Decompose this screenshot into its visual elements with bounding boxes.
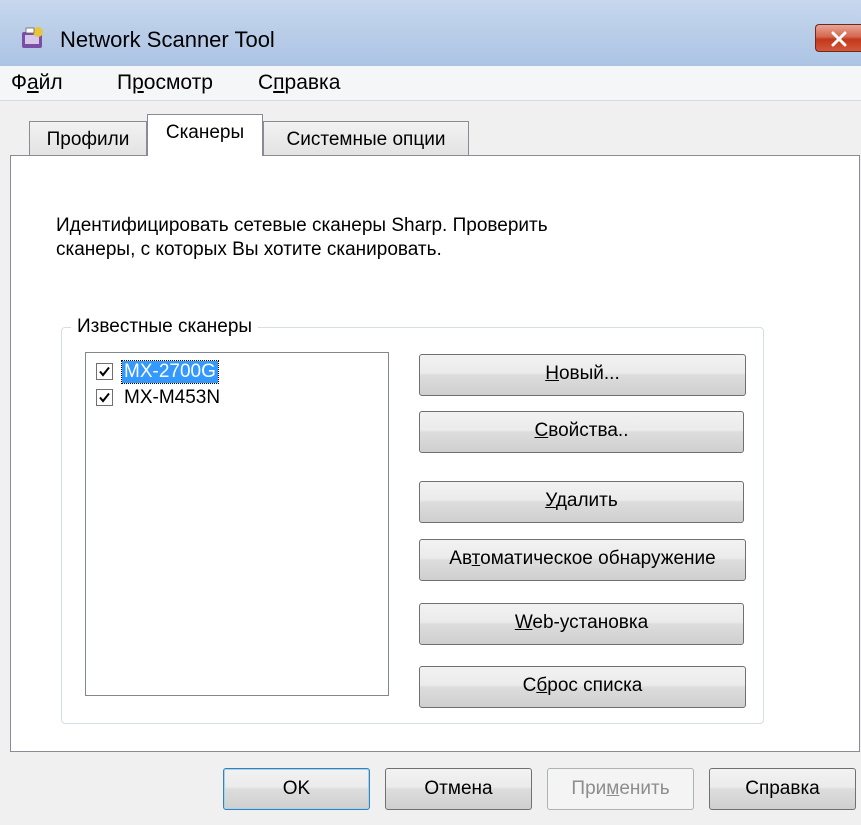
window-title: Network Scanner Tool bbox=[60, 27, 275, 52]
scanner-checkbox[interactable] bbox=[96, 363, 113, 380]
web-setup-button[interactable]: Web-установка bbox=[419, 603, 744, 645]
reset-list-button-label-end: рос списка bbox=[547, 675, 643, 696]
web-setup-button-accel: W bbox=[514, 612, 533, 633]
autodetect-button-label-end: оматическое обнаружение bbox=[480, 548, 716, 569]
ok-button-label: OK bbox=[282, 778, 311, 799]
properties-button-accel: С bbox=[534, 420, 549, 441]
web-setup-button-label-end: eb-установка bbox=[532, 612, 649, 633]
apply-button-label-end: енить bbox=[619, 778, 670, 799]
apply-button-label-start: При bbox=[571, 778, 607, 799]
menu-view-accel: р bbox=[132, 71, 144, 94]
app-icon bbox=[20, 26, 46, 52]
properties-button-label-end: войства.. bbox=[548, 420, 629, 441]
autodetect-button[interactable]: Автоматическое обнаружение bbox=[419, 539, 746, 581]
autodetect-button-label-start: Ав bbox=[449, 548, 472, 569]
menu-file[interactable]: Файл bbox=[11, 71, 63, 95]
properties-button[interactable]: Свойства.. bbox=[419, 411, 744, 453]
apply-button-accel: м bbox=[606, 778, 620, 799]
new-button-accel: Н bbox=[545, 363, 559, 384]
menu-file-label-start: Ф bbox=[11, 71, 27, 94]
tab-scanners-label: Сканеры bbox=[165, 122, 245, 143]
close-button[interactable] bbox=[815, 24, 861, 52]
ok-button[interactable]: OK bbox=[223, 768, 370, 810]
delete-button-label-end: далить bbox=[555, 490, 618, 511]
menu-file-label-end: йл bbox=[38, 71, 63, 94]
scanner-label: MX-2700G bbox=[121, 360, 219, 384]
tab-system-options-label: Системные опции bbox=[286, 129, 446, 150]
apply-button[interactable]: Применить bbox=[547, 768, 694, 810]
menu-help-label-start: С bbox=[258, 71, 274, 94]
menu-help[interactable]: Справка bbox=[258, 71, 340, 95]
help-button-label: Справка bbox=[745, 778, 820, 799]
menu-file-accel: а bbox=[26, 71, 39, 94]
tab-panel-scanners: Идентифицировать сетевые сканеры Sharp. … bbox=[10, 155, 860, 752]
description-line-1: Идентифицировать сетевые сканеры Sharp. … bbox=[56, 215, 548, 236]
scanner-list[interactable]: MX-2700G MX-M453N bbox=[85, 352, 389, 696]
cancel-button-label: Отмена bbox=[424, 778, 493, 799]
autodetect-button-accel: т bbox=[471, 548, 481, 569]
menu-help-label-end: равка bbox=[284, 71, 341, 94]
dialog-window: Network Scanner Tool Файл Просмотр Справ… bbox=[0, 0, 861, 825]
tab-scanners[interactable]: Сканеры bbox=[147, 114, 263, 156]
description-line-2: сканеры, с которых Вы хотите сканировать… bbox=[56, 239, 442, 260]
tab-profiles[interactable]: Профили bbox=[29, 121, 147, 155]
menu-help-accel: п bbox=[273, 71, 285, 94]
new-button[interactable]: Новый... bbox=[419, 354, 746, 396]
delete-button[interactable]: Удалить bbox=[419, 481, 744, 523]
help-button[interactable]: Справка bbox=[709, 768, 856, 810]
cancel-button[interactable]: Отмена bbox=[385, 768, 532, 810]
reset-list-button-accel: б bbox=[536, 675, 548, 696]
scanner-checkbox[interactable] bbox=[96, 389, 113, 406]
scanner-label: MX-M453N bbox=[124, 387, 221, 408]
reset-list-button[interactable]: Сброс списка bbox=[419, 666, 746, 708]
delete-button-accel: У bbox=[545, 490, 556, 511]
tab-system-options[interactable]: Системные опции bbox=[263, 121, 469, 155]
menu-view-label-start: П bbox=[117, 71, 133, 94]
menu-view[interactable]: Просмотр bbox=[117, 71, 213, 95]
known-scanners-legend: Известные сканеры bbox=[71, 316, 259, 338]
menu-bar: Файл Просмотр Справка bbox=[0, 66, 861, 101]
menu-view-label-end: осмотр bbox=[143, 71, 213, 94]
new-button-label-end: овый... bbox=[558, 363, 620, 384]
reset-list-button-label-start: С bbox=[522, 675, 537, 696]
tab-profiles-label: Профили bbox=[46, 129, 130, 150]
title-bar[interactable]: Network Scanner Tool bbox=[0, 0, 861, 67]
